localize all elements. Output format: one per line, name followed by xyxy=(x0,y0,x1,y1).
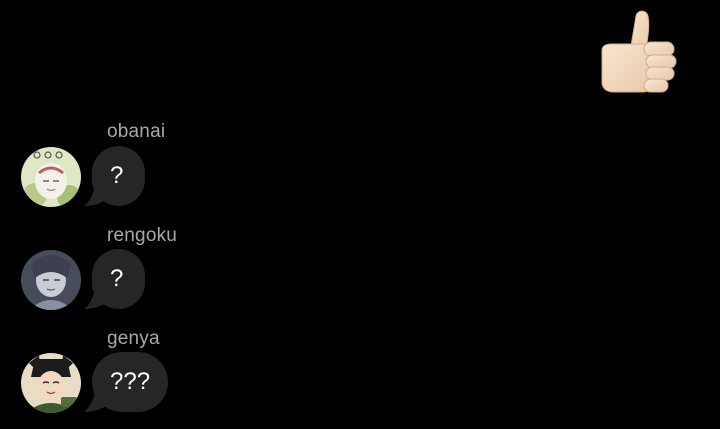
message-group-obanai: obanai ? xyxy=(0,121,720,221)
message-group-rengoku: rengoku ? xyxy=(0,225,720,325)
sender-name: genya xyxy=(107,328,160,349)
genya-avatar-icon[interactable] xyxy=(21,353,81,413)
rengoku-avatar-icon[interactable] xyxy=(21,250,81,310)
obanai-avatar-icon[interactable] xyxy=(21,147,81,207)
thumbs-up-icon[interactable] xyxy=(596,6,682,96)
message-text: ? xyxy=(92,249,146,309)
sender-name: rengoku xyxy=(107,225,178,246)
message-text: ? xyxy=(92,146,146,206)
message-group-genya: genya ??? xyxy=(0,328,720,428)
message-text: ??? xyxy=(92,352,169,412)
sender-name: obanai xyxy=(107,121,166,142)
chat-thread: obanai ? rengoku ? genya ??? xyxy=(0,0,720,429)
